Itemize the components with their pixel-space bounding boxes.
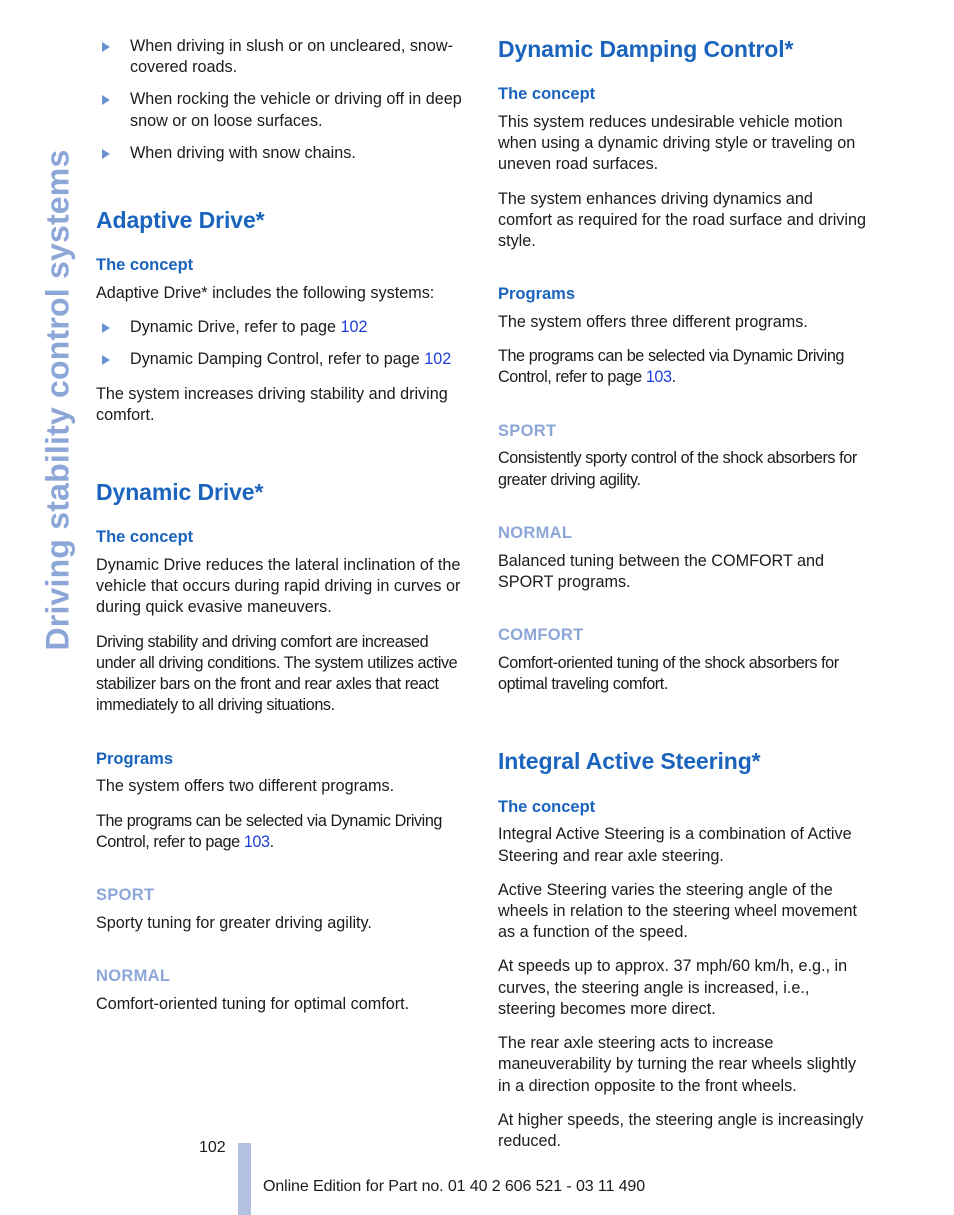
subheading-the-concept: The concept: [498, 797, 596, 816]
triangle-bullet-icon: [102, 95, 110, 106]
page-reference-link[interactable]: 102: [424, 350, 451, 368]
paragraph-ias-concept-3: At speeds up to approx. 37 mph/60 km/h, …: [498, 957, 848, 1018]
paragraph-dynamic-drive-programs-2: The programs can be selected via Dynamic…: [96, 811, 468, 853]
footer-edition-note: Online Edition for Part no. 01 40 2 606 …: [263, 1178, 646, 1195]
list-item: When driving in slush or on uncleared, s…: [96, 36, 468, 78]
section-heading-dynamic-damping-control: Dynamic Damping Control*: [498, 36, 794, 62]
paragraph-sport-description: Sporty tuning for greater driving agilit…: [96, 913, 372, 932]
list-item-label: When driving with snow chains.: [130, 143, 356, 162]
paragraph-ias-concept-4: The rear axle steering acts to increase …: [498, 1034, 857, 1095]
list-item: When rocking the vehicle or driving off …: [96, 89, 468, 131]
right-column: Dynamic Damping Control* The concept Thi…: [498, 36, 870, 1152]
footer-accent-bar: [238, 1143, 251, 1215]
paragraph-ddc-concept-1: This system reduces undesirable vehicle …: [498, 112, 856, 174]
page-reference-link[interactable]: 102: [341, 318, 368, 336]
chapter-tab: Driving stability control systems: [0, 0, 96, 700]
paragraph-ddc-concept-2: The system enhances driving dynamics and…: [498, 189, 867, 251]
section-heading-integral-active-steering: Integral Active Steering*: [498, 748, 761, 775]
paragraph-adaptive-concept-closing: The system increases driving stability a…: [96, 384, 448, 424]
left-column: When driving in slush or on uncleared, s…: [96, 36, 468, 1152]
mode-heading-sport: SPORT: [96, 886, 155, 905]
subheading-the-concept: The concept: [498, 85, 596, 104]
mode-heading-normal: NORMAL: [96, 967, 171, 986]
triangle-bullet-icon: [102, 42, 110, 52]
paragraph-normal-description: Balanced tuning between the COMFORT and …: [498, 551, 825, 591]
paragraph-ddc-programs-1: The system offers three different progra…: [498, 313, 808, 332]
list-item: When driving with snow chains.: [96, 143, 468, 164]
mode-heading-normal: NORMAL: [498, 523, 573, 542]
paragraph-dynamic-drive-concept-2: Driving stability and driving comfort ar…: [96, 632, 458, 715]
section-heading-adaptive-drive: Adaptive Drive*: [96, 207, 265, 234]
paragraph-ddc-programs-2: The programs can be selected via Dynamic…: [498, 346, 870, 388]
list-item: Dynamic Damping Control, refer to page 1…: [96, 349, 468, 370]
page-footer: 102 Online Edition for Part no. 01 40 2 …: [0, 1129, 954, 1215]
chapter-title: Driving stability control systems: [39, 149, 76, 651]
paragraph-sport-description: Consistently sporty control of the shock…: [498, 449, 857, 489]
page-body: When driving in slush or on uncleared, s…: [96, 36, 906, 1152]
paragraph-ias-concept-2: Active Steering varies the steering angl…: [498, 880, 858, 942]
subheading-programs: Programs: [498, 285, 576, 304]
list-item-label: Dynamic Drive, refer to page: [130, 318, 341, 337]
list-item-label: When rocking the vehicle or driving off …: [130, 90, 462, 130]
triangle-bullet-icon: [102, 323, 110, 334]
section-heading-dynamic-drive: Dynamic Drive*: [96, 479, 264, 506]
intro-bullet-list: When driving in slush or on uncleared, s…: [96, 36, 468, 164]
paragraph-adaptive-concept-intro: Adaptive Drive* includes the following s…: [96, 284, 435, 303]
paragraph-ias-concept-1: Integral Active Steering is a combinatio…: [498, 825, 852, 865]
paragraph-text-after-link: .: [269, 832, 275, 851]
subheading-programs: Programs: [96, 749, 174, 768]
mode-heading-comfort: COMFORT: [498, 626, 584, 645]
subheading-the-concept: The concept: [96, 528, 194, 547]
footer-page-number: 102: [199, 1139, 226, 1156]
paragraph-dynamic-drive-concept-1: Dynamic Drive reduces the lateral inclin…: [96, 556, 461, 617]
mode-heading-sport: SPORT: [498, 421, 557, 440]
page-reference-link[interactable]: 103: [646, 368, 672, 386]
list-item-label: When driving in slush or on uncleared, s…: [130, 37, 454, 77]
paragraph-comfort-description: Comfort-oriented tuning of the shock abs…: [498, 653, 839, 694]
triangle-bullet-icon: [102, 148, 110, 159]
adaptive-systems-bullet-list: Dynamic Drive, refer to page 102 Dynamic…: [96, 317, 468, 370]
list-item: Dynamic Drive, refer to page 102: [96, 317, 468, 338]
list-item-label: Dynamic Damping Control, refer to page: [130, 350, 425, 369]
page-reference-link[interactable]: 103: [244, 833, 270, 851]
paragraph-dynamic-drive-programs-1: The system offers two different programs…: [96, 777, 395, 796]
subheading-the-concept: The concept: [96, 256, 194, 275]
paragraph-normal-description: Comfort-oriented tuning for optimal comf…: [96, 994, 410, 1013]
paragraph-text-after-link: .: [671, 368, 677, 387]
triangle-bullet-icon: [102, 355, 110, 366]
